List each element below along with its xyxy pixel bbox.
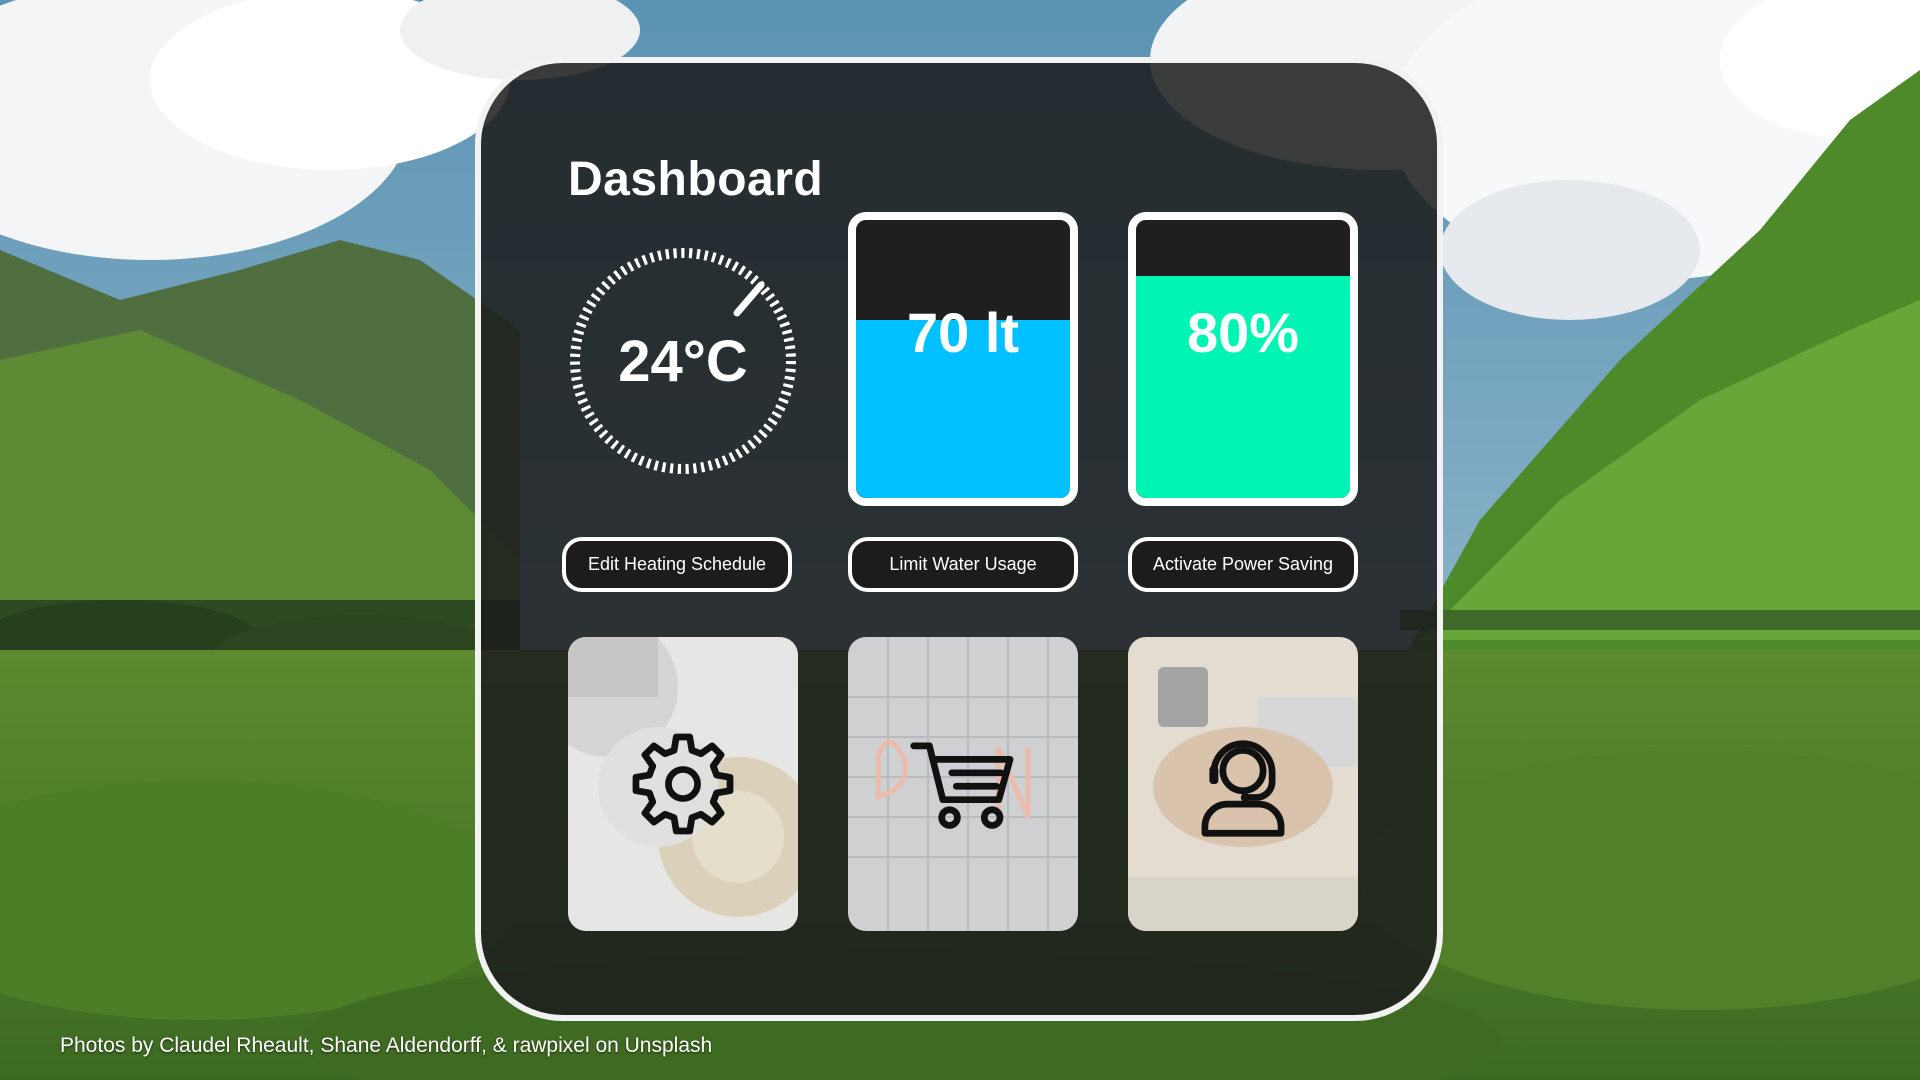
photo-credit: Photos by Claudel Rheault, Shane Aldendo… [60, 1034, 713, 1057]
thermostat-dial[interactable]: 24°C [567, 245, 799, 477]
power-level-value: 80% [1186, 301, 1300, 364]
shopping-cart-icon [907, 728, 1019, 840]
power-level-gauge: 80% [1128, 212, 1358, 506]
shop-tile[interactable] [848, 637, 1078, 931]
limit-water-usage-button[interactable]: Limit Water Usage [848, 537, 1078, 592]
temperature-value: 24°C [618, 328, 748, 394]
gear-icon [627, 728, 739, 840]
activate-power-saving-button[interactable]: Activate Power Saving [1128, 537, 1358, 592]
page-title: Dashboard [568, 153, 824, 206]
support-tile[interactable] [1128, 637, 1358, 931]
edit-heating-schedule-button[interactable]: Edit Heating Schedule [562, 537, 792, 592]
water-level-gauge: 70 lt [848, 212, 1078, 506]
settings-tile[interactable] [568, 637, 798, 931]
customer-support-headset-icon [1187, 728, 1299, 840]
water-level-value: 70 lt [906, 301, 1020, 364]
